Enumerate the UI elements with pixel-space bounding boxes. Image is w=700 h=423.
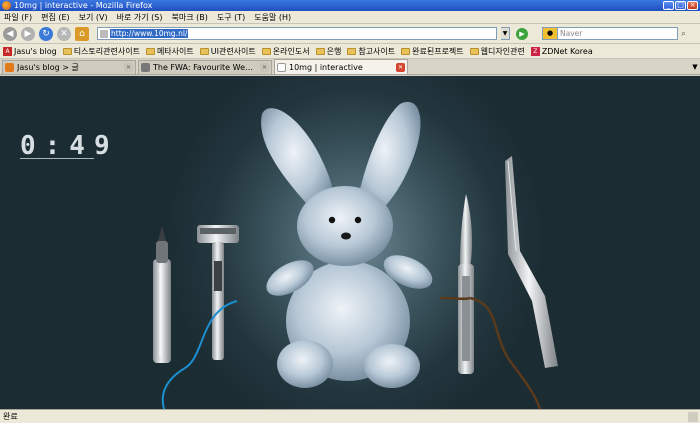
bookmark-folder[interactable]: 완료된프로젝트 (401, 46, 464, 57)
url-bar[interactable]: http://www.10mg.nl/ (97, 27, 497, 40)
marker-pen[interactable] (153, 226, 171, 363)
bookmark-label: UI관련사이트 (210, 46, 256, 56)
folder-icon (347, 47, 357, 55)
tab-jasus-blog[interactable]: Jasu's blog > 글 ✕ (2, 60, 136, 74)
bookmark-folder[interactable]: 참고사이트 (347, 46, 395, 57)
reload-button[interactable]: ↻ (39, 26, 53, 41)
go-arrow-icon: ▶ (519, 29, 525, 38)
site-icon (100, 29, 108, 38)
bookmark-label: 티스토리관련사이트 (73, 46, 140, 56)
tweezers[interactable] (505, 156, 558, 368)
folder-icon (261, 47, 271, 55)
close-window-button[interactable]: × (687, 1, 698, 10)
menu-bar: 파일 (F) 편집 (E) 보기 (V) 바로 가기 (S) 북마크 (B) 도… (0, 11, 700, 24)
folder-icon (315, 47, 325, 55)
search-bar: ● Naver ⌕ (542, 27, 689, 40)
tab-bar: Jasu's blog > 글 ✕ The FWA: Favourite Web… (0, 59, 700, 75)
bookmark-folder[interactable]: UI관련사이트 (199, 46, 256, 57)
resize-grip[interactable] (688, 411, 698, 422)
folder-icon (62, 47, 72, 55)
tab-label: Jasu's blog > 글 (17, 63, 79, 72)
menu-view[interactable]: 보기 (V) (79, 12, 108, 23)
page-content: 0:49 (0, 76, 700, 409)
tab-10mg[interactable]: 10mg | interactive ✕ (274, 59, 408, 74)
go-button[interactable]: ▶ (516, 27, 528, 40)
navigation-toolbar: ◀ ▶ ↻ ✕ ⌂ http://www.10mg.nl/ ▼ ▶ ● Nave… (0, 24, 700, 44)
bookmark-folder[interactable]: 메타사이트 (145, 46, 194, 57)
scene-illustration (153, 101, 558, 409)
minimize-button[interactable]: _ (663, 1, 674, 10)
bookmark-label: 웹디자인관련 (480, 46, 525, 56)
home-button[interactable]: ⌂ (75, 26, 89, 41)
close-icon[interactable]: ✕ (260, 63, 269, 72)
bookmark-label: 메타사이트 (156, 46, 194, 56)
forward-button[interactable]: ▶ (21, 26, 35, 41)
arrow-right-icon: ▶ (24, 28, 32, 39)
bookmark-label: 은행 (326, 46, 342, 56)
bookmark-label: 참고사이트 (358, 46, 396, 56)
status-bar: 완료 (0, 409, 700, 423)
home-icon: ⌂ (79, 28, 85, 39)
tab-fwa[interactable]: The FWA: Favourite Website Aw... ✕ (138, 60, 272, 74)
close-icon[interactable]: ✕ (124, 63, 133, 72)
blue-wire[interactable] (161, 300, 238, 409)
bookmark-label: ZDNet Korea (541, 46, 593, 56)
brown-wire[interactable] (469, 296, 542, 409)
search-engine-icon: ● (546, 29, 554, 37)
brown-wire-end (439, 296, 471, 301)
razor[interactable] (197, 225, 239, 360)
url-text[interactable]: http://www.10mg.nl/ (110, 29, 189, 38)
blog-favicon-icon (5, 63, 14, 72)
search-icon[interactable]: ⌕ (678, 27, 689, 40)
folder-icon (401, 47, 411, 55)
menu-help[interactable]: 도움말 (H) (254, 12, 291, 23)
bookmark-folder[interactable]: 웹디자인관련 (469, 46, 525, 57)
bookmark-label: Jasu's blog (14, 46, 57, 56)
tab-label: The FWA: Favourite Website Aw... (153, 63, 257, 72)
window-controls: _ □ × (663, 1, 698, 10)
url-history-dropdown[interactable]: ▼ (501, 27, 510, 40)
folder-icon (199, 47, 209, 55)
bookmark-folder[interactable]: 은행 (315, 46, 342, 57)
bookmark-folder[interactable]: 티스토리관련사이트 (62, 46, 140, 57)
window-title: 10mg | interactive - Mozilla Firefox (14, 1, 153, 10)
bookmark-jasus-blog[interactable]: A Jasu's blog (3, 46, 57, 56)
menu-go[interactable]: 바로 가기 (S) (117, 12, 163, 23)
blog-favicon-icon: A (3, 46, 12, 56)
stop-icon: ✕ (60, 28, 68, 39)
bookmark-folder[interactable]: 온라인도서 (261, 46, 310, 57)
bookmark-zdnet[interactable]: Z ZDNet Korea (530, 46, 593, 56)
maximize-button[interactable]: □ (675, 1, 686, 10)
fwa-favicon-icon (141, 63, 150, 72)
tab-label: 10mg | interactive (289, 62, 363, 72)
menu-file[interactable]: 파일 (F) (4, 12, 32, 23)
firefox-icon (2, 1, 11, 10)
close-icon[interactable]: ✕ (396, 62, 405, 72)
folder-icon (145, 47, 155, 55)
chevron-down-icon: ▼ (502, 30, 508, 37)
chevron-down-icon: ▼ (692, 63, 698, 71)
search-engine-selector[interactable]: ● (542, 27, 558, 40)
scalpel[interactable] (458, 194, 474, 374)
page-icon (277, 62, 286, 72)
back-button[interactable]: ◀ (3, 26, 17, 41)
tab-list-button[interactable]: ▼ (690, 60, 700, 74)
title-bar: 10mg | interactive - Mozilla Firefox _ □… (0, 0, 700, 11)
arrow-left-icon: ◀ (6, 28, 14, 39)
folder-icon (469, 47, 479, 55)
reload-icon: ↻ (42, 28, 50, 39)
bookmarks-toolbar: A Jasu's blog 티스토리관련사이트 메타사이트 UI관련사이트 온라인… (0, 44, 700, 59)
status-text: 완료 (3, 412, 18, 421)
bookmark-label: 온라인도서 (272, 46, 310, 56)
menu-tools[interactable]: 도구 (T) (217, 12, 245, 23)
menu-edit[interactable]: 편집 (E) (41, 12, 70, 23)
stop-button[interactable]: ✕ (57, 26, 71, 41)
zdnet-favicon-icon: Z (530, 46, 540, 56)
search-input[interactable]: Naver (558, 27, 678, 40)
menu-bookmarks[interactable]: 북마크 (B) (172, 12, 208, 23)
bookmark-label: 완료된프로젝트 (412, 46, 464, 56)
bunny-plush[interactable] (260, 101, 437, 388)
